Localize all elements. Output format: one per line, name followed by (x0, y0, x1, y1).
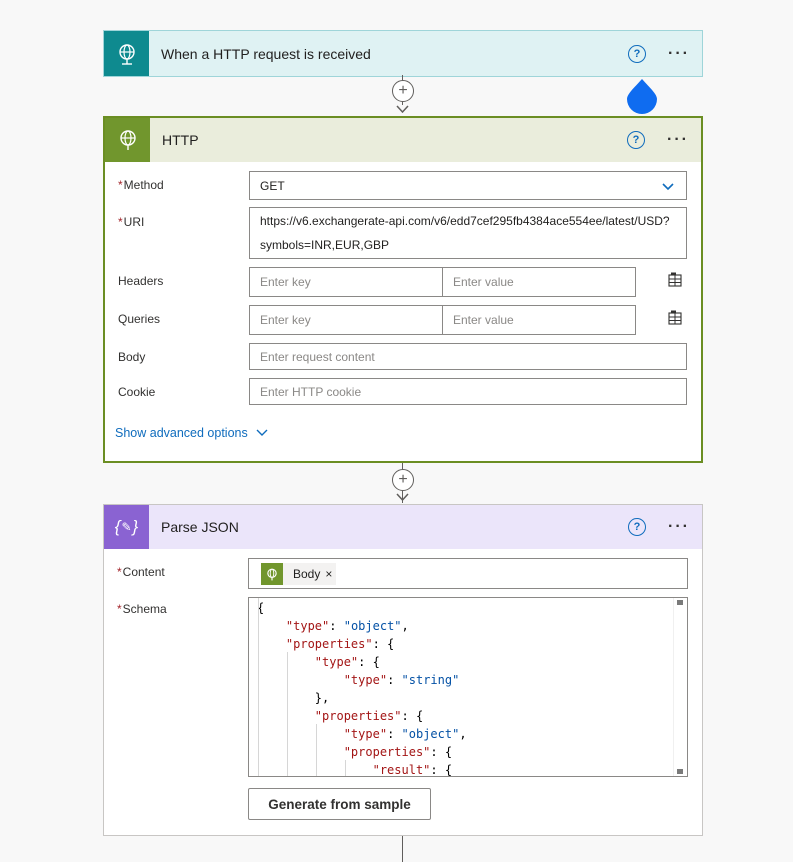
method-label: *Method (118, 178, 164, 192)
uri-label: *URI (118, 215, 145, 229)
http-header[interactable]: HTTP ? ··· (105, 118, 701, 162)
uri-line-2: symbols=INR,EUR,GBP (260, 238, 390, 252)
indent-guide (258, 598, 259, 776)
scroll-up-indicator (677, 600, 683, 605)
uri-input[interactable]: https://v6.exchangerate-api.com/v6/edd7c… (249, 207, 687, 259)
body-label: Body (118, 350, 146, 364)
queries-label: Queries (118, 312, 161, 326)
queries-key-input[interactable]: Enter key (249, 305, 443, 335)
globe-icon (261, 563, 283, 585)
schema-code-line: "properties": { (285, 637, 395, 651)
json-braces-icon: {✎} (104, 505, 149, 549)
headers-label: Headers (118, 274, 164, 288)
chevron-down-icon (256, 429, 268, 436)
token-label: Body (293, 567, 321, 581)
help-icon[interactable]: ? (628, 518, 647, 536)
schema-editor[interactable]: { "type": "object", "properties": { "typ… (248, 597, 688, 777)
schema-code-line: "type": { (314, 655, 380, 669)
insert-step-button[interactable]: + (392, 80, 414, 102)
indent-guide (345, 760, 346, 776)
schema-code-line: { (257, 601, 265, 615)
dynamic-content-token[interactable]: Body × (261, 563, 337, 585)
body-input[interactable]: Enter request content (249, 343, 687, 370)
cookie-label: Cookie (118, 385, 156, 399)
globe-request-icon (104, 31, 149, 76)
trigger-header[interactable]: When a HTTP request is received ? ··· (104, 31, 702, 76)
method-value: GET (260, 178, 285, 193)
cookie-input[interactable]: Enter HTTP cookie (249, 378, 687, 405)
more-options-icon[interactable]: ··· (667, 131, 689, 149)
schema-code-line: "type": "string" (343, 673, 460, 687)
help-icon[interactable]: ? (627, 131, 646, 149)
schema-scrollbar[interactable] (673, 598, 687, 776)
more-options-icon[interactable]: ··· (668, 45, 690, 63)
remove-token-icon[interactable]: × (325, 567, 336, 581)
show-advanced-options-link[interactable]: Show advanced options (115, 426, 268, 440)
flow-canvas: When a HTTP request is received ? ··· + … (0, 0, 793, 862)
generate-from-sample-button[interactable]: Generate from sample (248, 788, 431, 820)
parse-json-header[interactable]: {✎} Parse JSON ? ··· (104, 505, 702, 549)
schema-code-line: "properties": { (343, 745, 453, 759)
connector-line (402, 836, 403, 862)
headers-value-input[interactable]: Enter value (442, 267, 636, 297)
more-options-icon[interactable]: ··· (668, 518, 690, 536)
help-icon[interactable]: ? (628, 44, 647, 63)
content-input[interactable]: Body × (248, 558, 688, 589)
switch-to-text-mode-icon[interactable] (668, 310, 682, 325)
queries-value-input[interactable]: Enter value (442, 305, 636, 335)
arrow-down-icon (396, 493, 409, 501)
schema-code-line: }, (314, 691, 330, 705)
http-card[interactable]: HTTP ? ··· *Method GET *URI https://v6.e… (103, 116, 703, 463)
headers-key-input[interactable]: Enter key (249, 267, 443, 297)
schema-label: *Schema (117, 602, 167, 616)
method-select[interactable]: GET (249, 171, 687, 200)
content-label: *Content (117, 565, 165, 579)
parse-json-title[interactable]: Parse JSON (149, 519, 628, 535)
schema-code-line: "result": { (372, 763, 453, 777)
chevron-down-icon (662, 183, 674, 191)
uri-line-1: https://v6.exchangerate-api.com/v6/edd7c… (260, 214, 670, 228)
schema-code-line: "type": "object", (343, 727, 467, 741)
arrow-down-icon (396, 105, 409, 113)
drag-drop-indicator (627, 79, 657, 114)
schema-code-line: "properties": { (314, 709, 424, 723)
indent-guide (287, 652, 288, 776)
trigger-title[interactable]: When a HTTP request is received (149, 46, 628, 62)
scroll-down-indicator (677, 769, 683, 774)
http-title[interactable]: HTTP (150, 132, 627, 148)
schema-code: { "type": "object", "properties": { "typ… (257, 599, 673, 777)
trigger-card[interactable]: When a HTTP request is received ? ··· (103, 30, 703, 77)
parse-json-card[interactable]: {✎} Parse JSON ? ··· *Content Body × *Sc… (103, 504, 703, 836)
insert-step-button[interactable]: + (392, 469, 414, 491)
schema-code-line: "type": "object", (285, 619, 409, 633)
globe-icon (105, 118, 150, 162)
switch-to-text-mode-icon[interactable] (668, 272, 682, 287)
indent-guide (316, 724, 317, 776)
